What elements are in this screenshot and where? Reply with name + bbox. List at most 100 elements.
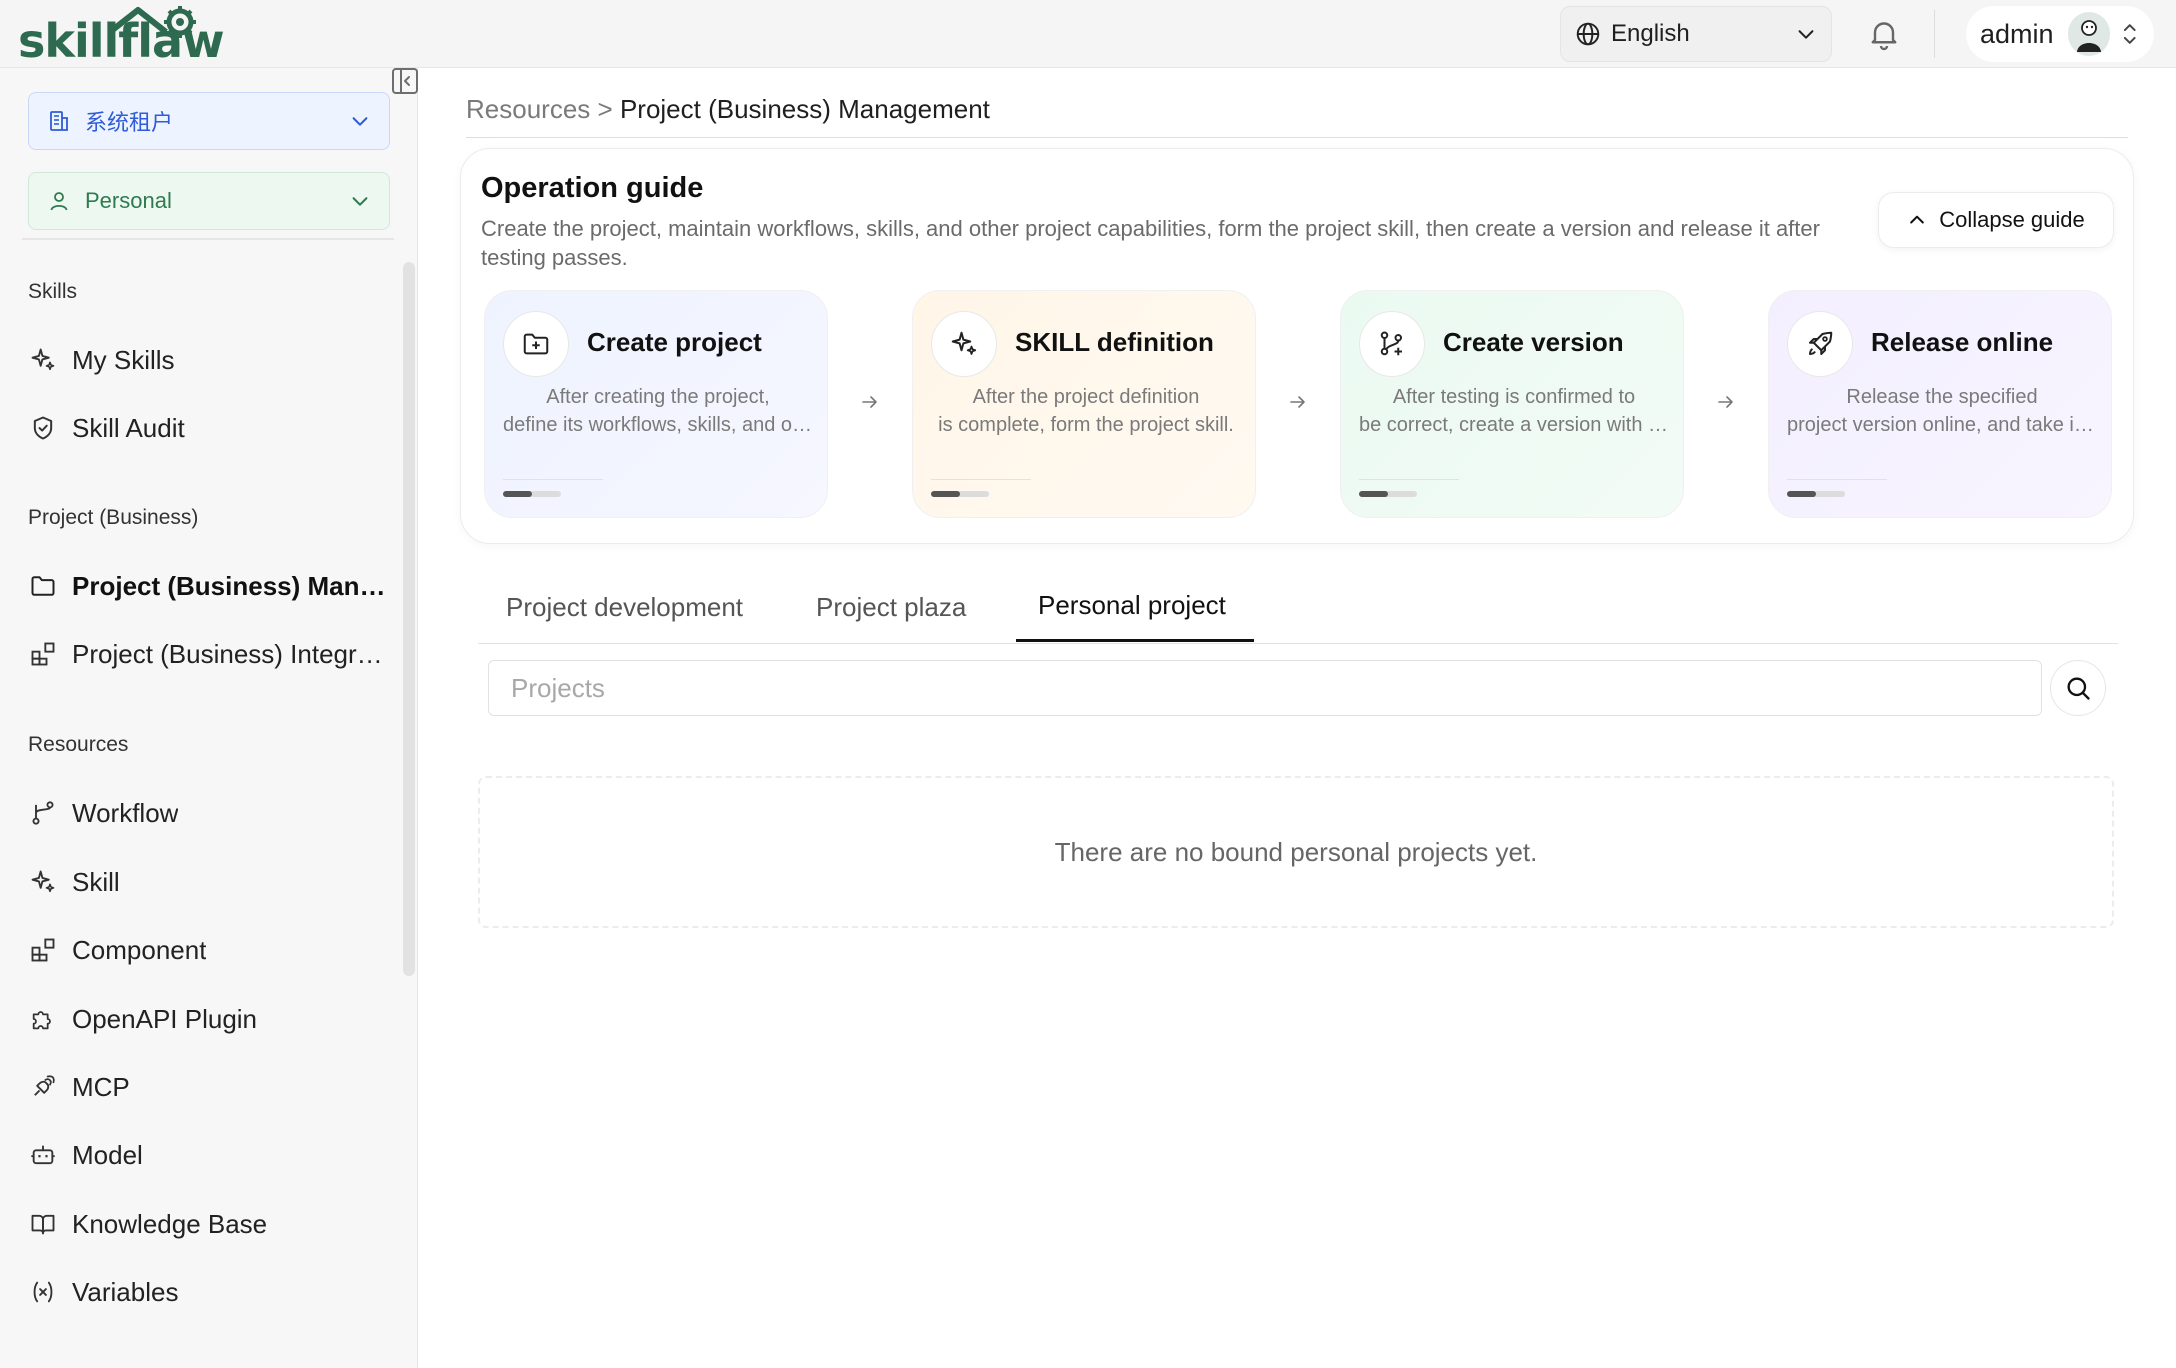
- scope-select-value: Personal: [85, 188, 172, 213]
- user-icon: [50, 192, 68, 211]
- sidebar-item-skill[interactable]: Skill: [28, 858, 388, 906]
- sparkle-icon: [28, 867, 58, 897]
- logo-text: skillflaw: [18, 14, 225, 68]
- arrow-right-icon: [862, 396, 877, 408]
- tenant-select[interactable]: 系统租户: [28, 92, 390, 150]
- breadcrumb-divider: [466, 137, 2128, 138]
- top-bar: skillflaw English admin: [0, 0, 2176, 68]
- globe-icon: [1576, 22, 1600, 46]
- sidebar-item-project-management[interactable]: Project (Business) Management: [28, 562, 388, 610]
- step-description: After the project definition is complete…: [931, 383, 1241, 439]
- guide-step-create-version[interactable]: Create version After testing is confirme…: [1340, 290, 1684, 518]
- sidebar-item-label: Project (Business) Management: [72, 570, 388, 601]
- step-description-line: Release the specified: [1846, 386, 2038, 408]
- sidebar-divider: [22, 238, 394, 240]
- user-menu[interactable]: admin: [1966, 6, 2154, 62]
- step-progress-track-line: [1359, 479, 1459, 480]
- sidebar-item-label: Component: [72, 934, 207, 965]
- collapse-guide-label: Collapse guide: [1939, 207, 2085, 232]
- puzzle-icon: [28, 1004, 58, 1034]
- tab-project-plaza[interactable]: Project plaza: [816, 592, 966, 623]
- topbar-divider: [1934, 10, 1935, 58]
- sidebar-scrollbar[interactable]: [403, 262, 415, 976]
- step-description: After creating the project, define its w…: [503, 383, 813, 439]
- plug-icon: [28, 1072, 58, 1102]
- sidebar-item-my-skills[interactable]: My Skills: [28, 336, 388, 384]
- collapse-guide-button[interactable]: Collapse guide: [1878, 192, 2114, 248]
- guide-step-create-project[interactable]: Create project After creating the projec…: [484, 290, 828, 518]
- folder-plus-icon: [503, 311, 569, 377]
- sidebar-item-workflow[interactable]: Workflow: [28, 789, 388, 837]
- step-progress-track-line: [931, 479, 1031, 480]
- step-progress-bar: [1359, 491, 1417, 497]
- tab-project-development[interactable]: Project development: [506, 592, 743, 623]
- bell-icon: [1871, 22, 1897, 51]
- language-value: English: [1611, 20, 1690, 47]
- notifications-button[interactable]: [1866, 16, 1902, 52]
- search-button[interactable]: [2050, 660, 2106, 716]
- step-progress-track-line: [503, 479, 603, 480]
- step-description-line: be correct, create a version with the pr…: [1359, 414, 1669, 436]
- breadcrumb-separator: >: [597, 94, 613, 124]
- sidebar-item-skill-audit[interactable]: Skill Audit: [28, 404, 388, 452]
- sidebar-item-label: Project (Business) Integration: [72, 638, 388, 669]
- sidebar-item-label: My Skills: [72, 344, 175, 375]
- sidebar-collapse-button[interactable]: [392, 68, 418, 94]
- breadcrumb-parent[interactable]: Resources: [466, 94, 590, 124]
- project-search-input[interactable]: [489, 661, 2041, 715]
- chevron-up-icon: [1910, 215, 1925, 224]
- step-progress-bar: [1787, 491, 1845, 497]
- step-description-line: define its workflows, skills, and other …: [503, 414, 813, 436]
- active-tab-indicator: [1016, 639, 1254, 642]
- empty-state: There are no bound personal projects yet…: [478, 776, 2114, 928]
- user-name: admin: [1980, 18, 2054, 49]
- breadcrumb: Resources > Project (Business) Managemen…: [466, 94, 990, 125]
- step-progress-bar: [931, 491, 989, 497]
- sidebar-item-label: Model: [72, 1139, 143, 1170]
- book-icon: [28, 1209, 58, 1239]
- variable-icon: [28, 1277, 58, 1307]
- sidebar-item-label: Skill: [72, 866, 120, 897]
- git-branch-plus-icon: [1359, 311, 1425, 377]
- sidebar-item-variables[interactable]: Variables: [28, 1268, 388, 1316]
- section-title-skills: Skills: [28, 280, 78, 303]
- step-title: Release online: [1871, 327, 2054, 357]
- app-logo[interactable]: skillflaw: [18, 4, 248, 68]
- step-description-line: project version online, and take it into…: [1787, 414, 2097, 436]
- workflow-icon: [28, 798, 58, 828]
- sidebar-item-label: OpenAPI Plugin: [72, 1003, 258, 1034]
- sparkle-icon: [28, 345, 58, 375]
- step-title: SKILL definition: [1015, 327, 1214, 357]
- project-search-box: [488, 660, 2042, 716]
- step-description-line: After testing is confirmed to: [1392, 386, 1636, 408]
- step-description-line: After the project definition: [972, 386, 1200, 408]
- avatar-illustration-icon: [2077, 20, 2102, 52]
- chevrons-up-down-icon: [2124, 24, 2137, 44]
- folder-icon: [28, 571, 58, 601]
- chevron-down-icon: [352, 197, 368, 206]
- guide-step-release-online[interactable]: Release online Release the specified pro…: [1768, 290, 2112, 518]
- tab-personal-project[interactable]: Personal project: [1038, 590, 1226, 621]
- avatar: [2067, 12, 2111, 56]
- step-description-line: After creating the project,: [546, 386, 770, 408]
- guide-description: Create the project, maintain workflows, …: [481, 216, 1820, 270]
- chevron-down-icon: [1798, 30, 1814, 39]
- language-select[interactable]: English: [1560, 6, 1832, 62]
- sidebar-item-project-integration[interactable]: Project (Business) Integration: [28, 630, 388, 678]
- rocket-icon: [1787, 311, 1853, 377]
- shield-check-icon: [28, 413, 58, 443]
- step-progress-track-line: [1787, 479, 1887, 480]
- scope-select[interactable]: Personal: [28, 172, 390, 230]
- breadcrumb-current: Project (Business) Management: [619, 94, 990, 124]
- sidebar-item-model[interactable]: Model: [28, 1131, 388, 1179]
- guide-step-skill-definition[interactable]: SKILL definition After the project defin…: [912, 290, 1256, 518]
- sidebar-item-mcp[interactable]: MCP: [28, 1063, 388, 1111]
- sidebar-item-knowledge-base[interactable]: Knowledge Base: [28, 1200, 388, 1248]
- sparkle-icon: [931, 311, 997, 377]
- step-title: Create version: [1443, 327, 1624, 357]
- sidebar-item-label: Variables: [72, 1276, 179, 1307]
- arrow-right-icon: [1290, 396, 1305, 408]
- sidebar-item-component[interactable]: Component: [28, 926, 388, 974]
- sidebar-item-openapi-plugin[interactable]: OpenAPI Plugin: [28, 995, 388, 1043]
- guide-title: Operation guide: [481, 172, 704, 204]
